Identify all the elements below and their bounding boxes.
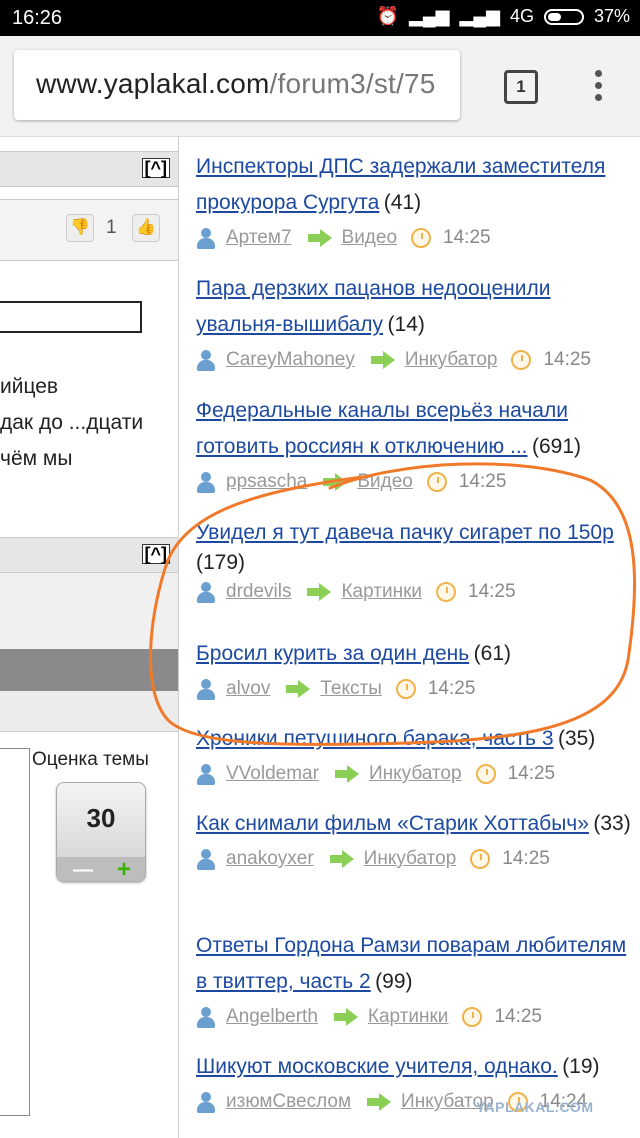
annotation-circle (149, 462, 637, 746)
annotation-stroke (149, 462, 637, 746)
watermark: YAPLAKAL.COM (476, 1099, 594, 1115)
